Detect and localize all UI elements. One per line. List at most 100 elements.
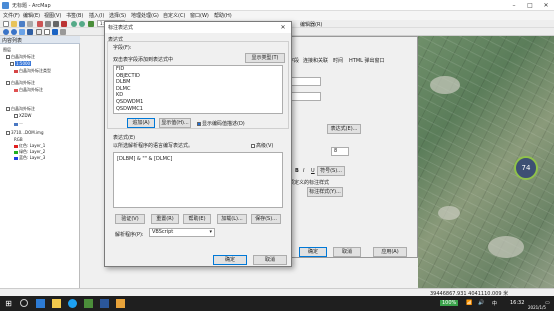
task-view-icon[interactable] [36,299,45,308]
clock-time[interactable]: 16:32 [510,300,524,306]
copy-icon[interactable] [45,21,51,27]
windows-start-icon[interactable]: ⊞ [4,299,13,308]
toc-layer-selected[interactable]: 1:5000 [10,61,32,66]
layer-checkbox[interactable] [6,55,10,59]
back-ok-button[interactable]: 确定 [299,247,327,257]
back-cancel-button[interactable]: 取消 [333,247,361,257]
arcmap-taskbar-icon[interactable] [84,299,93,308]
tab-html-popup[interactable]: HTML 弹出窗口 [349,57,385,64]
layer-checkbox[interactable] [6,107,10,111]
show-values-button[interactable]: 显示值(H)... [159,118,191,128]
toc-raster-layer[interactable]: 3710...DOM.img [6,130,44,135]
menu-customize[interactable]: 自定义(C) [163,12,185,19]
full-extent-icon[interactable] [27,29,33,35]
advanced-checkbox[interactable] [251,143,255,148]
cancel-button[interactable]: 取消 [253,255,287,265]
menu-edit[interactable]: 编辑(E) [23,12,40,19]
zoom-out-icon[interactable] [11,29,17,35]
toc-layer-group[interactable]: 白晶沟外标注 [6,80,35,86]
verify-button[interactable]: 验证(V) [115,214,145,224]
folder-icon[interactable] [116,299,125,308]
minimize-button[interactable]: – [506,0,522,11]
print-icon[interactable] [27,21,33,27]
zoom-in-icon[interactable] [3,29,9,35]
show-type-button[interactable]: 显示类型(T) [245,53,285,63]
word-icon[interactable] [100,299,109,308]
field-item[interactable]: DLMC [114,86,282,93]
redo-icon[interactable] [79,21,85,27]
menu-windows[interactable]: 窗口(W) [190,12,209,19]
menu-bookmarks[interactable]: 书签(B) [66,12,83,19]
save-icon[interactable] [19,21,25,27]
add-data-icon[interactable] [88,21,94,27]
volume-icon[interactable]: 🔊 [478,300,484,306]
cut-icon[interactable] [37,21,43,27]
menu-selection[interactable]: 选择(S) [109,12,126,19]
reset-button[interactable]: 重置(R) [151,214,179,224]
field-item[interactable]: QSDWDM1 [114,99,282,106]
field-item[interactable]: QSDWMC1 [114,106,282,113]
toc-layers-root[interactable]: 图层 [3,47,11,53]
layer-checkbox[interactable] [6,131,10,135]
toc-sublayer[interactable]: 白晶沟外标注 [14,87,43,93]
maximize-button[interactable]: □ [522,0,538,11]
font-size-dropdown[interactable]: 8 [331,147,349,156]
show-coded-values-checkbox[interactable] [197,121,201,126]
layer-checkbox[interactable] [10,62,14,66]
load-button[interactable]: 加载(L)... [217,214,247,224]
toc-sublayer[interactable]: — [14,121,23,126]
field-item[interactable]: DLBM [114,79,282,86]
close-window-button[interactable]: ✕ [538,0,554,11]
field-item[interactable]: FID [114,66,282,73]
battery-indicator[interactable]: 100% [440,300,459,306]
notification-icon[interactable]: ▭ [545,300,550,306]
tab-time[interactable]: 时间 [333,57,343,64]
apply-button[interactable]: 应用(A) [373,247,407,257]
menu-file[interactable]: 文件(F) [3,12,20,19]
paste-icon[interactable] [53,21,59,27]
network-icon[interactable]: 📶 [466,300,472,306]
label-field-dropdown[interactable] [291,77,321,86]
bold-toggle[interactable]: B [295,168,299,174]
menu-view[interactable]: 视图(V) [44,12,61,19]
append-button[interactable]: 追加(A) [127,118,155,128]
label-class-dropdown[interactable] [291,92,321,101]
fields-listbox[interactable]: FID OBJECTID DLBM DLMC KD QSDWDM1 QSDWMC… [113,65,283,114]
ok-button[interactable]: 确定 [213,255,247,265]
identify-icon[interactable] [52,29,58,35]
underline-toggle[interactable]: U [311,168,315,174]
layer-checkbox[interactable] [14,114,18,118]
open-icon[interactable] [11,21,17,27]
expression-textarea[interactable]: [DLBM] & "" & [DLMC] [113,152,283,208]
italic-toggle[interactable]: I [303,168,304,174]
file-explorer-icon[interactable] [52,299,61,308]
select-elements-icon[interactable] [44,29,50,35]
dialog-close-icon[interactable]: ✕ [275,22,291,33]
select-features-icon[interactable] [36,29,42,35]
help-button[interactable]: 帮助(E) [183,214,211,224]
toc-sublayer[interactable]: XZDW [14,113,32,118]
ime-icon[interactable]: 中 [492,300,497,307]
toc-layer-group[interactable]: 白晶沟外标注 [6,106,35,112]
field-item[interactable]: OBJECTID [114,73,282,80]
pan-icon[interactable] [19,29,25,35]
symbol-button[interactable]: 符号(S)... [317,166,345,176]
menu-insert[interactable]: 插入(I) [89,12,104,19]
toc-sublayer[interactable]: 白晶沟外标注类型 [14,68,51,74]
save-button[interactable]: 保存(S)... [251,214,281,224]
show-coded-values-option[interactable]: 显示编码值描述(D) [197,120,245,127]
expression-button[interactable]: 表达式(E)... [327,124,361,134]
tab-joins[interactable]: 连接和关联 [303,57,328,64]
layer-checkbox[interactable] [6,81,10,85]
menu-help[interactable]: 帮助(H) [214,12,232,19]
delete-icon[interactable] [61,21,67,27]
advanced-option[interactable]: 高级(V) [251,142,273,149]
map-view[interactable]: 74 [418,36,554,288]
toc-layer-group[interactable]: 白晶沟外标注 [6,54,35,60]
menu-geoprocessing[interactable]: 地理处理(G) [131,12,159,19]
field-item[interactable]: KD [114,92,282,99]
undo-icon[interactable] [71,21,77,27]
new-map-icon[interactable] [3,21,9,27]
parser-dropdown[interactable]: VBScript ▾ [149,228,215,237]
label-style-button[interactable]: 标注样式(Y)... [307,187,343,197]
